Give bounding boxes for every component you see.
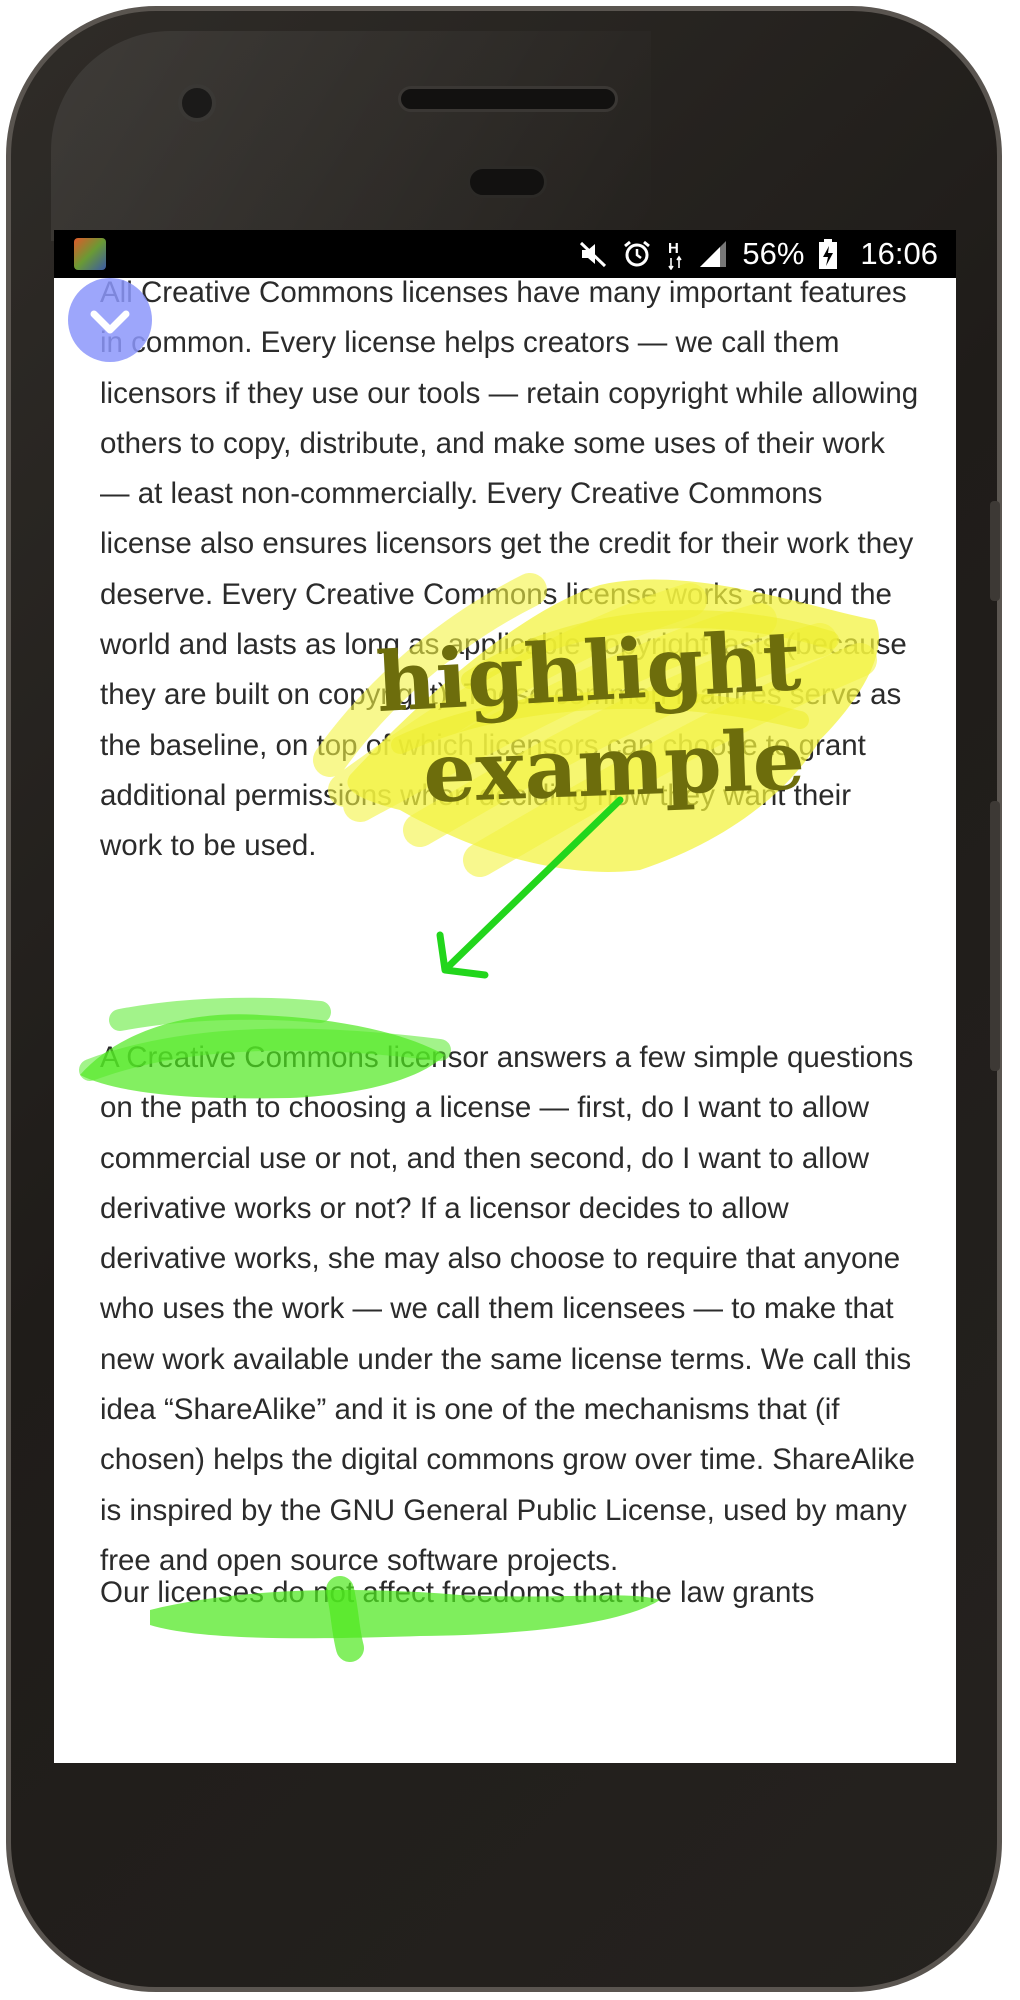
chevron-down-icon [90,310,130,334]
phone-screen: H 56% 16:06 All Creative Commons license… [54,230,956,1763]
proximity-sensor [467,166,547,198]
power-button[interactable] [990,501,1000,601]
svg-text:H: H [668,240,679,257]
status-bar: H 56% 16:06 [54,230,956,278]
phone-gloss [51,31,651,241]
collapse-button[interactable] [68,278,152,362]
app-notification-icon [74,238,106,270]
alarm-icon [624,240,651,267]
battery-percent: 56% [742,236,805,271]
volume-button[interactable] [990,801,1000,1071]
data-h-icon: H [668,240,683,270]
status-right-group: H 56% 16:06 [578,236,938,272]
article-paragraph: All Creative Commons licenses have many … [100,278,919,863]
article-paragraph: Our licenses do not affect freedoms that… [100,1576,815,1609]
earpiece-speaker [398,86,618,112]
battery-charging-icon [819,239,838,269]
article-paragraph: A Creative Commons licensor answers a fe… [100,1041,915,1577]
article-content: All Creative Commons licenses have many … [100,278,920,1763]
signal-icon [700,241,727,267]
status-clock: 16:06 [860,236,938,271]
front-camera [178,84,216,122]
mute-icon [580,241,607,268]
